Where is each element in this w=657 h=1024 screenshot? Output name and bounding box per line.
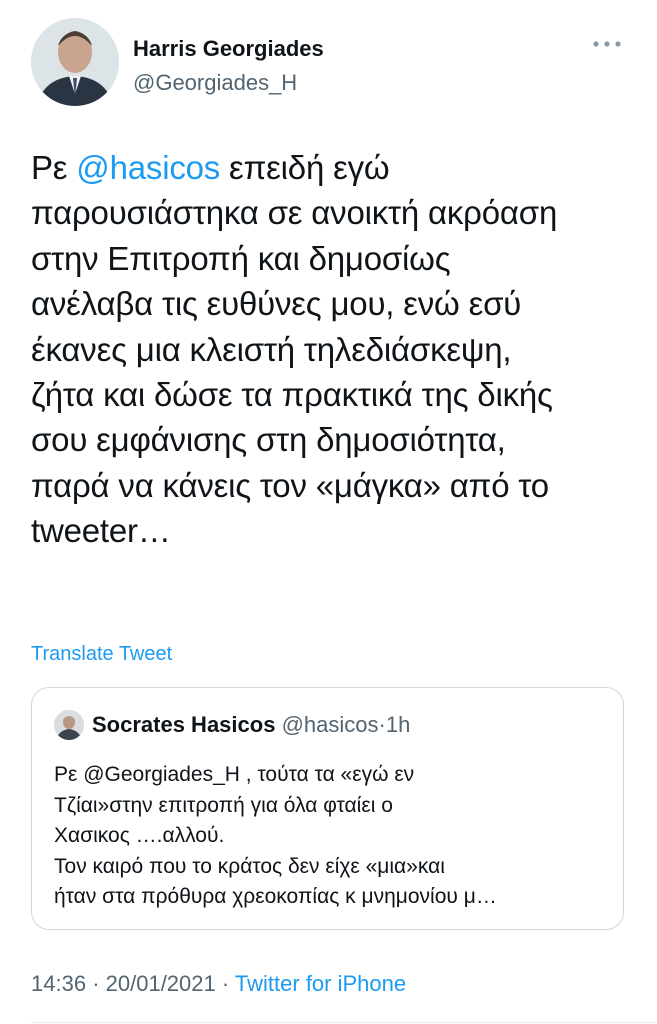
tweet-text: Ρε @hasicos επειδή εγώ παρουσιάστηκα σε …	[31, 145, 631, 554]
quoted-separator: ·	[378, 712, 386, 737]
quoted-author-handle[interactable]: @hasicos	[282, 712, 379, 737]
tweet-text-body: επειδή εγώ παρουσιάστηκα σε ανοικτή ακρό…	[31, 149, 558, 550]
meta-separator: ·	[92, 971, 100, 996]
quoted-text: Ρε @Georgiades_H , τούτα τα «εγώ εν Τζία…	[54, 763, 497, 908]
more-options-icon[interactable]	[591, 37, 623, 51]
mention-link[interactable]: @hasicos	[76, 149, 220, 186]
tweet-time[interactable]: 14:36	[31, 971, 86, 996]
quoted-timestamp[interactable]: 1h	[386, 712, 410, 737]
quoted-header: Socrates Hasicos @hasicos·1h	[92, 712, 410, 738]
tweet-date[interactable]: 20/01/2021	[106, 971, 216, 996]
tweet-source-link[interactable]: Twitter for iPhone	[235, 971, 406, 996]
divider	[31, 1022, 657, 1023]
tweet-meta: 14:36 · 20/01/2021 · Twitter for iPhone	[31, 971, 406, 997]
quoted-author-name[interactable]: Socrates Hasicos	[92, 712, 275, 737]
meta-separator: ·	[221, 971, 230, 996]
author-avatar-image	[31, 18, 119, 106]
quoted-author-avatar[interactable]	[54, 710, 84, 740]
author-avatar[interactable]	[31, 18, 119, 106]
quoted-tweet[interactable]: Socrates Hasicos @hasicos·1h Ρε @Georgia…	[31, 687, 624, 930]
translate-tweet-link[interactable]: Translate Tweet	[31, 643, 172, 666]
author-name[interactable]: Harris Georgiades	[133, 36, 324, 62]
tweet-header: Harris Georgiades @Georgiades_H	[31, 18, 631, 108]
tweet-text-prefix: Ρε	[31, 149, 77, 186]
quoted-avatar-image	[54, 710, 84, 740]
author-handle[interactable]: @Georgiades_H	[133, 70, 297, 96]
